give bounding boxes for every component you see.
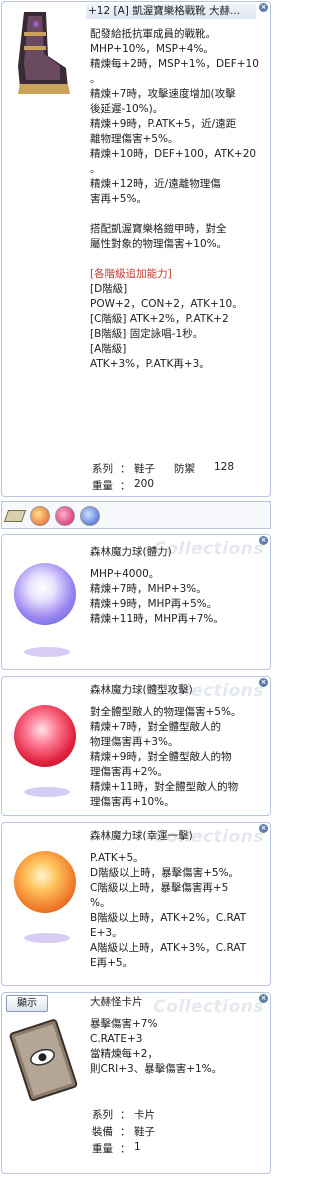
item-defense-label: 防禦 (174, 463, 195, 475)
desc-line: 當精煉每+2， (90, 1048, 158, 1060)
orb-image (6, 541, 82, 661)
item-defense-value: 128 (214, 461, 235, 473)
desc-line: ATK+3%，P.ATK再+3。 (90, 358, 210, 370)
item-weight-sep: ： (120, 480, 131, 492)
card-type-label: 系列 (92, 1109, 113, 1121)
desc-line: C.RATE+3 (90, 1033, 143, 1045)
desc-line: C階級以上時，暴擊傷害再+5 (90, 882, 229, 894)
desc-line: MHP+10%，MSP+4%。 (90, 43, 214, 55)
orb-shadow (24, 647, 70, 657)
desc-line: 精煉+9時，P.ATK+5，近/遠距 (90, 118, 237, 130)
desc-line: 物理傷害再+3%。 (90, 736, 179, 748)
item-type-label: 系列 (92, 463, 113, 475)
desc-line: 害再+5%。 (90, 193, 147, 205)
desc-line: MHP+4000。 (90, 568, 160, 580)
card-type-value: 卡片 (134, 1109, 155, 1121)
desc-line: [D階級] (90, 283, 128, 295)
item-title: 大赫怪卡片 (90, 996, 143, 1008)
desc-line: 配發給抵抗軍成員的戰靴。 (90, 28, 216, 40)
card-weight-sep: ： (120, 1143, 131, 1155)
item-type-value: 鞋子 (134, 463, 155, 475)
desc-line: 精煉+11時，對全體型敵人的物 (90, 781, 239, 793)
orb-size-attack-icon (14, 705, 76, 767)
desc-line: 精煉+7時，對全體型敵人的 (90, 721, 221, 733)
desc-line: 。 (90, 163, 101, 175)
orb-image (6, 683, 82, 809)
desc-line: [C階級] ATK+2%，P.ATK+2 (90, 313, 229, 325)
desc-line: 。 (90, 73, 101, 85)
orb-lucky-hit-panel: × Collections 森林魔力球(幸運一擊) P.ATK+5。 D階級以上… (1, 822, 271, 986)
card-slot-strip (1, 501, 271, 529)
desc-line: P.ATK+5。 (90, 852, 144, 864)
slot-book-icon[interactable] (3, 510, 27, 522)
slot-orb-red-icon[interactable] (55, 506, 75, 526)
desc-line: 精煉+7時，MHP+3%。 (90, 583, 207, 595)
card-equip-label: 裝備 (92, 1126, 113, 1138)
desc-line: 離物理傷害+5%。 (90, 133, 179, 145)
desc-line: 暴擊傷害+7% (90, 1018, 158, 1030)
boots-tooltip-panel: × +12 [A] 凱渥寶樂格戰靴 大赫... 配發給抵抗軍成員的戰靴。 MHP… (1, 1, 271, 497)
desc-line: %。 (90, 897, 111, 909)
card-image (6, 1017, 82, 1107)
desc-line: 則CRI+3、暴擊傷害+1%。 (90, 1063, 223, 1075)
orb-image (6, 829, 82, 979)
desc-line (90, 252, 266, 267)
desc-line: 搭配凱渥寶樂格鎧甲時，對全 (90, 223, 227, 235)
desc-line: A階級以上時，ATK+3%，C.RAT (90, 942, 247, 954)
desc-line: 對全體型敵人的物理傷害+5%。 (90, 706, 242, 718)
desc-line: 理傷害再+2%。 (90, 766, 168, 778)
desc-line (90, 207, 266, 222)
desc-line: B階級以上時，ATK+2%，C.RAT (90, 912, 247, 924)
slot-orb-blue-icon[interactable] (80, 506, 100, 526)
orb-health-panel: × Collections 森林魔力球(體力) MHP+4000。 精煉+7時，… (1, 534, 271, 670)
slot-orb-yellow-icon[interactable] (30, 506, 50, 526)
card-icon (9, 1019, 78, 1102)
item-description: 大赫怪卡片 暴擊傷害+7% C.RATE+3 當精煉每+2， 則CRI+3、暴擊… (90, 995, 266, 1077)
card-equip-sep: ： (120, 1126, 131, 1138)
show-button[interactable]: 顯示 (6, 995, 48, 1012)
desc-line: 屬性對象的物理傷害+10%。 (90, 238, 228, 250)
item-title: 森林魔力球(幸運一擊) (90, 830, 193, 842)
grade-bonus-header: [各階級追加能力] (90, 268, 172, 280)
desc-line: E+3。 (90, 927, 123, 939)
desc-line: [B階級] 固定詠唱-1秒。 (90, 328, 204, 340)
orb-shadow (24, 787, 70, 797)
item-type-sep: ： (120, 463, 131, 475)
item-description: 森林魔力球(幸運一擊) P.ATK+5。 D階級以上時，暴擊傷害+5%。 C階級… (90, 829, 266, 971)
orb-shadow (24, 933, 70, 943)
orb-health-icon (14, 563, 76, 625)
card-tooltip-panel: × Collections 顯示 大赫怪卡片 暴擊傷害+7% C.RATE+3 … (1, 992, 271, 1174)
desc-line: 精煉+9時，對全體型敵人的物 (90, 751, 232, 763)
boots-image (6, 6, 82, 102)
desc-line: 精煉+12時，近/遠離物理傷 (90, 178, 221, 190)
item-description: 森林魔力球(體型攻擊) 對全體型敵人的物理傷害+5%。 精煉+7時，對全體型敵人… (90, 683, 266, 810)
desc-line: 精煉+10時，DEF+100，ATK+20 (90, 148, 257, 160)
desc-line: E再+5。 (90, 957, 134, 969)
desc-line: 理傷害再+10%。 (90, 796, 175, 808)
desc-line: POW+2，CON+2，ATK+10。 (90, 298, 243, 310)
item-weight-label: 重量 (92, 480, 113, 492)
desc-line: 精煉+9時，MHP再+5%。 (90, 598, 218, 610)
item-title: +12 [A] 凱渥寶樂格戰靴 大赫... (86, 4, 256, 19)
item-title: 森林魔力球(體力) (90, 546, 172, 558)
desc-line: 後延遲-10%)。 (90, 103, 164, 115)
desc-line: 精煉每+2時，MSP+1%，DEF+10 (90, 58, 259, 70)
item-description: 森林魔力球(體力) MHP+4000。 精煉+7時，MHP+3%。 精煉+9時，… (90, 545, 266, 627)
close-icon[interactable]: × (259, 3, 268, 12)
desc-line: [A階級] (90, 343, 127, 355)
item-title: 森林魔力球(體型攻擊) (90, 684, 193, 696)
item-description: 配發給抵抗軍成員的戰靴。 MHP+10%，MSP+4%。 精煉每+2時，MSP+… (90, 27, 266, 372)
desc-line: 精煉+11時，MHP再+7%。 (90, 613, 224, 625)
desc-line: 精煉+7時，攻擊速度增加(攻擊 (90, 88, 236, 100)
card-type-sep: ： (120, 1109, 131, 1121)
card-weight-label: 重量 (92, 1143, 113, 1155)
desc-line: D階級以上時，暴擊傷害+5%。 (90, 867, 240, 879)
card-weight-value: 1 (134, 1141, 141, 1153)
boots-icon (18, 12, 70, 94)
item-weight-value: 200 (134, 478, 155, 490)
orb-lucky-hit-icon (14, 851, 76, 913)
card-equip-value: 鞋子 (134, 1126, 155, 1138)
orb-size-attack-panel: × Collections 森林魔力球(體型攻擊) 對全體型敵人的物理傷害+5%… (1, 676, 271, 816)
